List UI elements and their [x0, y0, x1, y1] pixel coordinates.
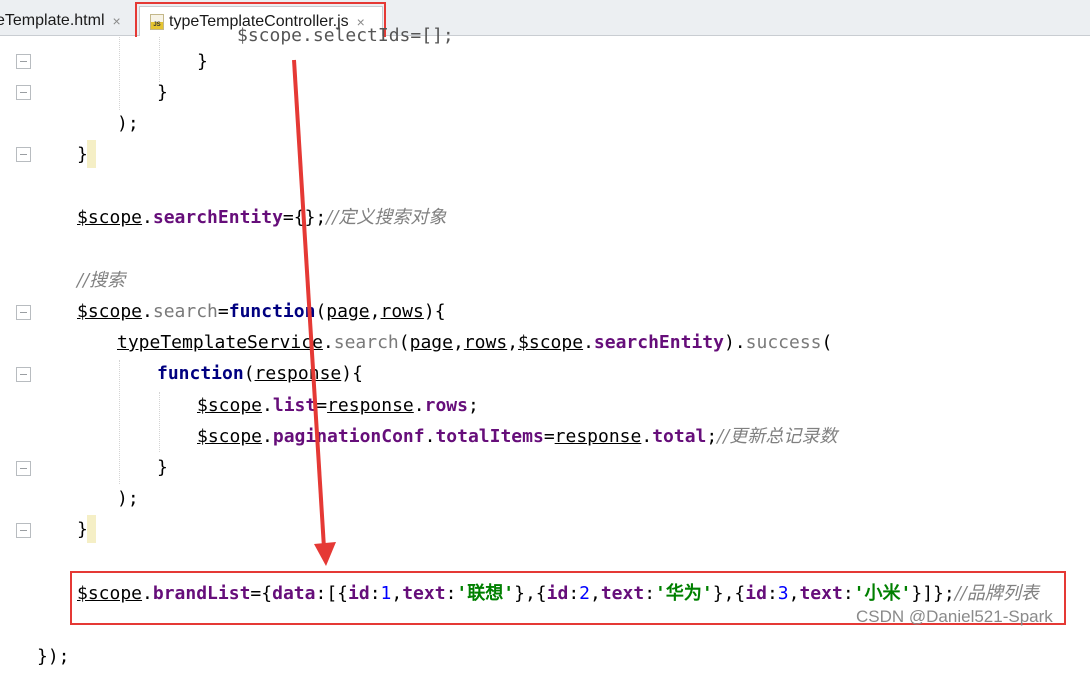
annotation-arrow	[292, 59, 336, 566]
arrow-shaft	[292, 59, 326, 549]
arrow-head	[314, 542, 336, 566]
watermark: CSDN @Daniel521-Spark	[856, 607, 1053, 626]
